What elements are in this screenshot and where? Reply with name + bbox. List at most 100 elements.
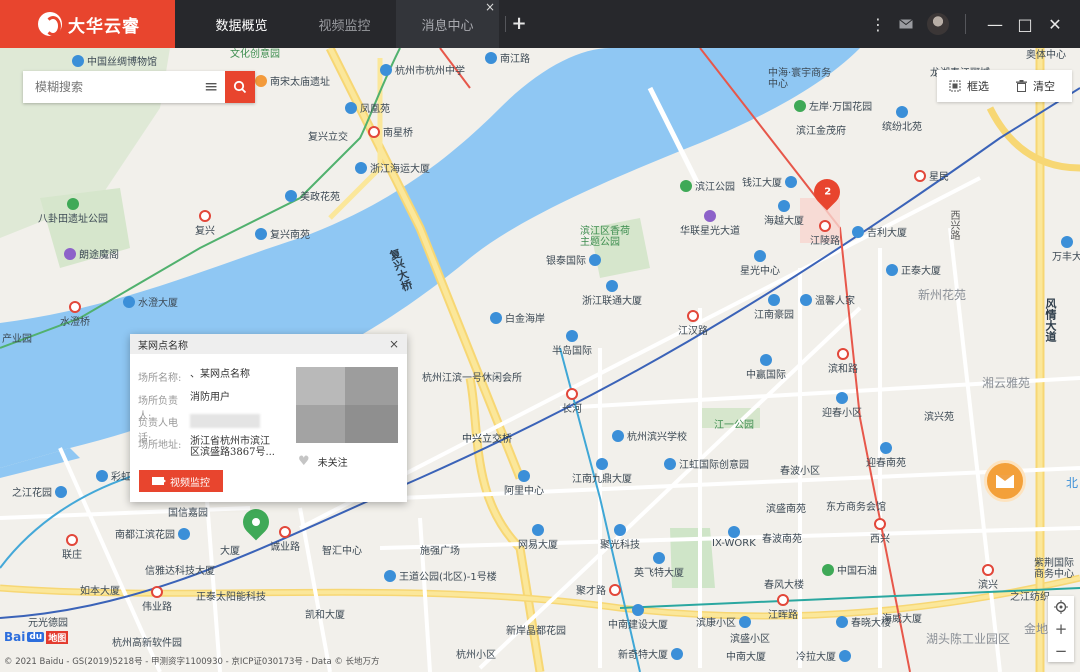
- zoom-in-button[interactable]: +: [1048, 618, 1074, 640]
- poi[interactable]: 春波小区: [780, 462, 820, 477]
- poi[interactable]: 国信嘉园: [168, 504, 208, 519]
- clear-button[interactable]: 清空: [1004, 78, 1071, 94]
- minimize-button[interactable]: —: [980, 15, 1010, 34]
- poi[interactable]: 冷拉大厦: [796, 648, 851, 663]
- poi[interactable]: 产业园: [2, 330, 32, 345]
- poi[interactable]: 信雅达科技大厦: [145, 562, 215, 577]
- poi[interactable]: 杭州滨兴学校: [612, 428, 687, 443]
- poi[interactable]: 王道公园(北区)-1号楼: [384, 568, 497, 583]
- poi[interactable]: 杭州小区: [456, 646, 496, 661]
- poi[interactable]: 万丰大: [1052, 236, 1080, 263]
- poi[interactable]: 滨盛南苑: [766, 500, 806, 515]
- poi[interactable]: 江南豪园: [754, 294, 794, 321]
- poi[interactable]: 吉利大厦: [852, 224, 907, 239]
- poi[interactable]: 施强广场: [420, 542, 460, 557]
- poi[interactable]: 江南九鼎大厦: [572, 458, 632, 485]
- box-select-button[interactable]: 框选: [937, 78, 1004, 94]
- poi[interactable]: 中南大厦: [726, 648, 766, 663]
- poi[interactable]: 中国石油: [822, 562, 877, 577]
- poi[interactable]: 西兴: [870, 518, 890, 545]
- follow-toggle[interactable]: ♥ 未关注: [298, 454, 348, 469]
- poi[interactable]: 复兴南苑: [255, 226, 310, 241]
- poi[interactable]: 浙江联通大厦: [582, 280, 642, 307]
- tab-video-monitor[interactable]: 视频监控: [293, 0, 396, 48]
- poi[interactable]: 阿里中心: [504, 470, 544, 497]
- poi[interactable]: 迎春南苑: [866, 442, 906, 469]
- poi[interactable]: 滨江公园: [680, 178, 735, 193]
- list-menu-icon[interactable]: ≡: [197, 71, 226, 103]
- poi[interactable]: 之江花园: [12, 484, 67, 499]
- poi[interactable]: 南江路: [485, 50, 530, 65]
- poi[interactable]: 滨和路: [828, 348, 858, 375]
- locate-icon[interactable]: [1048, 596, 1074, 618]
- poi[interactable]: 南宋太庙遗址: [255, 73, 330, 88]
- poi[interactable]: 半岛国际: [552, 330, 592, 357]
- poi[interactable]: 白金海岸: [490, 310, 545, 325]
- poi[interactable]: 银泰国际: [546, 252, 601, 267]
- poi[interactable]: 凯和大厦: [305, 606, 345, 621]
- poi[interactable]: 聚才路: [576, 582, 621, 597]
- poi[interactable]: 之江纺织: [1010, 588, 1050, 603]
- maximize-button[interactable]: □: [1010, 15, 1040, 34]
- poi[interactable]: 网易大厦: [518, 524, 558, 551]
- poi[interactable]: 新岸晶都花园: [506, 622, 566, 637]
- tab-close-icon[interactable]: ×: [485, 0, 495, 14]
- poi[interactable]: 水澄桥: [60, 301, 90, 328]
- poi[interactable]: 杭州高新软件园: [112, 634, 182, 649]
- search-input[interactable]: [23, 71, 197, 103]
- poi[interactable]: 杭州市杭州中学: [380, 62, 465, 77]
- close-icon[interactable]: ×: [389, 337, 399, 351]
- poi[interactable]: 八卦田遗址公园: [38, 198, 108, 225]
- poi[interactable]: 凤凰苑: [345, 100, 390, 115]
- poi[interactable]: 杭州江滨一号休闲会所: [422, 373, 522, 384]
- poi[interactable]: 海威大厦: [882, 610, 922, 625]
- poi[interactable]: 奥体中心: [1026, 48, 1066, 61]
- poi[interactable]: 中国丝绸博物馆: [72, 53, 157, 68]
- poi[interactable]: 如本大厦: [80, 582, 120, 597]
- poi[interactable]: 南星桥: [368, 124, 413, 139]
- poi[interactable]: 春波南苑: [762, 530, 802, 545]
- poi[interactable]: 浙江海运大厦: [355, 160, 430, 175]
- poi[interactable]: 江陵路: [810, 220, 840, 247]
- poi[interactable]: 正泰太阳能科技: [196, 588, 266, 603]
- poi[interactable]: 水澄大厦: [123, 294, 178, 309]
- poi[interactable]: 复兴: [195, 210, 215, 237]
- poi[interactable]: 聚光科技: [600, 524, 640, 551]
- poi[interactable]: 东方商务会馆: [826, 498, 886, 513]
- envelope-icon[interactable]: [895, 19, 917, 29]
- poi[interactable]: 迎春小区: [822, 392, 862, 419]
- tab-message-center[interactable]: 消息中心 ×: [396, 0, 499, 48]
- poi[interactable]: 左岸·万国花园: [794, 98, 872, 113]
- poi[interactable]: 滨康小区: [696, 614, 751, 629]
- poi[interactable]: 联庄: [62, 534, 82, 561]
- poi[interactable]: 复兴立交: [308, 128, 348, 143]
- zoom-out-button[interactable]: −: [1048, 640, 1074, 662]
- search-button[interactable]: [225, 71, 255, 103]
- poi[interactable]: 中赢国际: [746, 354, 786, 381]
- poi[interactable]: 温馨人家: [800, 292, 855, 307]
- poi[interactable]: 滨江金茂府: [796, 122, 846, 137]
- poi[interactable]: 缤纷北苑: [882, 106, 922, 133]
- poi[interactable]: 江虹国际创意园: [664, 456, 749, 471]
- poi[interactable]: 南都江滨花园: [115, 526, 190, 541]
- poi[interactable]: 钱江大厦: [742, 174, 797, 189]
- video-monitor-button[interactable]: 视频监控: [139, 470, 223, 492]
- poi[interactable]: 中海·寰宇商务中心: [768, 68, 838, 90]
- message-bubble-icon[interactable]: [984, 460, 1026, 502]
- user-avatar[interactable]: [927, 13, 949, 35]
- poi[interactable]: 星光中心: [740, 250, 780, 277]
- poi[interactable]: 智汇中心: [322, 542, 362, 557]
- poi[interactable]: 伟业路: [142, 586, 172, 613]
- poi[interactable]: 华联星光大道: [680, 210, 740, 237]
- site-photo[interactable]: [296, 367, 398, 443]
- poi[interactable]: 新奇特大厦: [618, 646, 683, 661]
- poi[interactable]: 大厦: [220, 542, 240, 557]
- poi[interactable]: 朗途魔阁: [64, 246, 119, 261]
- poi[interactable]: IX-WORK: [712, 526, 756, 549]
- poi[interactable]: 江晖路: [768, 594, 798, 621]
- add-tab-button[interactable]: +: [509, 14, 529, 34]
- poi[interactable]: 中南建设大厦: [608, 604, 668, 631]
- poi[interactable]: 滨兴: [978, 564, 998, 591]
- poi[interactable]: 元光德园: [28, 614, 68, 629]
- poi[interactable]: 英飞特大厦: [634, 552, 684, 579]
